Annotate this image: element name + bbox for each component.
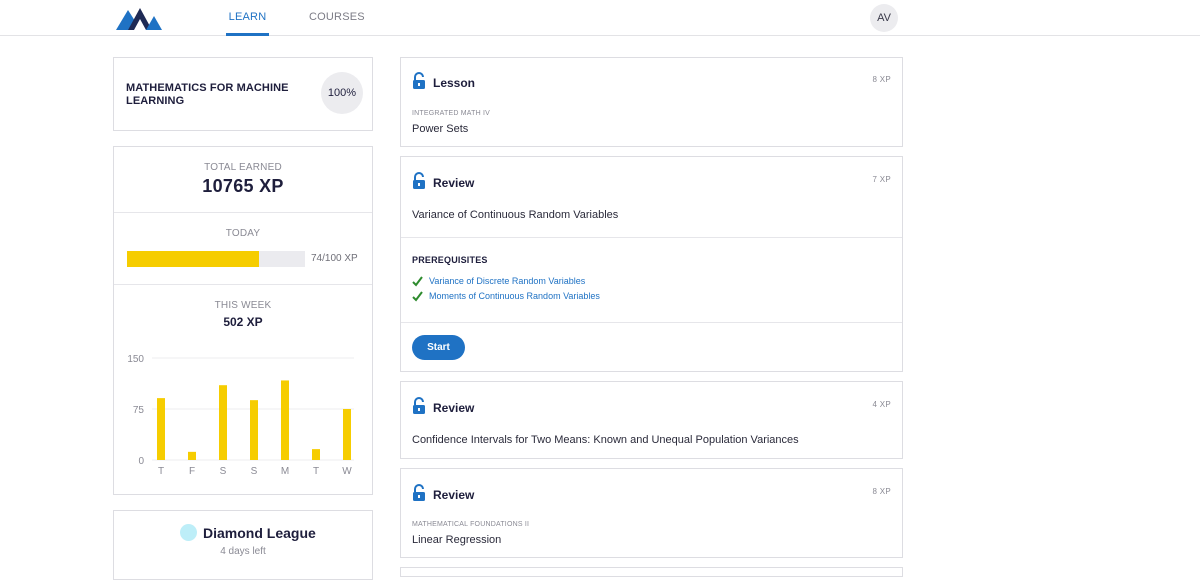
unlocked-lock-icon: [413, 484, 425, 501]
today-progress-text: 74/100 XP: [311, 253, 358, 264]
task-title: Linear Regression: [412, 534, 502, 546]
chart-bar: [157, 398, 165, 460]
unlocked-lock-icon: [413, 72, 425, 89]
x-tick-label: S: [251, 466, 258, 477]
x-tick-label: W: [342, 466, 352, 477]
x-tick-label: S: [220, 466, 227, 477]
chart-bar: [312, 449, 320, 460]
unlocked-lock-icon: [413, 172, 425, 189]
y-tick-label: 75: [133, 405, 145, 416]
chart-bar: [219, 385, 227, 460]
today-progress-fill: [127, 251, 259, 267]
course-card[interactable]: MATHEMATICS FOR MACHINE LEARNING 100%: [113, 57, 373, 131]
unlocked-lock-icon: [413, 397, 425, 414]
total-earned-label: TOTAL EARNED: [204, 162, 282, 173]
task-xp: 4 XP: [872, 400, 891, 409]
y-tick-label: 150: [127, 354, 144, 365]
task-title: Power Sets: [412, 123, 469, 135]
top-nav: LEARN COURSES AV: [0, 0, 1200, 36]
total-earned-value: 10765 XP: [202, 176, 284, 196]
chart-bar: [343, 409, 351, 460]
task-type: Review: [433, 176, 475, 190]
prerequisites-section: PREREQUISITES Variance of Discrete Rando…: [401, 237, 902, 322]
task-type: Review: [433, 401, 475, 415]
prerequisite-link[interactable]: Moments of Continuous Random Variables: [429, 291, 600, 301]
tab-courses[interactable]: COURSES: [309, 0, 365, 36]
task-type: Review: [433, 488, 475, 502]
chart-bar: [250, 400, 258, 460]
weekly-xp-chart: 150 75 0 T F S S M T W: [127, 354, 354, 477]
league-name: Diamond League: [203, 525, 316, 541]
task-title: Variance of Continuous Random Variables: [412, 209, 619, 221]
course-progress-badge: 100%: [321, 72, 363, 114]
task-course: INTEGRATED MATH IV: [412, 110, 491, 117]
y-tick-label: 0: [138, 456, 144, 467]
task-title: Confidence Intervals for Two Means: Know…: [412, 434, 799, 446]
x-tick-label: T: [313, 466, 319, 477]
check-icon: [412, 291, 423, 302]
check-icon: [412, 276, 423, 287]
prerequisite-link[interactable]: Variance of Discrete Random Variables: [429, 276, 585, 286]
chart-bar: [188, 451, 196, 460]
today-label: TODAY: [225, 228, 261, 239]
x-tick-label: T: [158, 466, 164, 477]
league-card[interactable]: Diamond League 4 days left: [113, 510, 373, 580]
prerequisites-heading: PREREQUISITES: [412, 255, 488, 265]
task-card-review[interactable]: Review 7 XP Variance of Continuous Rando…: [400, 156, 903, 372]
task-xp: 7 XP: [872, 175, 891, 184]
x-tick-label: F: [189, 466, 195, 477]
total-earned-section: TOTAL EARNED 10765 XP: [114, 147, 372, 213]
course-title: MATHEMATICS FOR MACHINE LEARNING: [126, 82, 289, 107]
start-button[interactable]: Start: [412, 335, 465, 360]
task-course: MATHEMATICAL FOUNDATIONS II: [412, 521, 530, 528]
task-card-review[interactable]: Review 8 XP MATHEMATICAL FOUNDATIONS II …: [400, 468, 903, 558]
task-card-lesson[interactable]: Lesson 8 XP INTEGRATED MATH IV Power Set…: [400, 57, 903, 147]
logo[interactable]: [116, 6, 162, 30]
start-section: Start: [401, 322, 902, 371]
task-xp: 8 XP: [872, 75, 891, 84]
diamond-league-icon: [180, 524, 197, 541]
task-type: Lesson: [433, 76, 476, 90]
task-xp: 8 XP: [872, 487, 891, 496]
league-time-left: 4 days left: [220, 546, 266, 557]
this-week-value: 502 XP: [223, 315, 263, 329]
avatar[interactable]: AV: [870, 4, 898, 32]
task-card-review[interactable]: Review 4 XP Confidence Intervals for Two…: [400, 381, 903, 459]
today-progress-bar: [127, 251, 305, 267]
this-week-label: THIS WEEK: [214, 300, 272, 311]
tab-learn[interactable]: LEARN: [226, 0, 269, 36]
today-section: TODAY 74/100 XP: [114, 213, 372, 285]
x-tick-label: M: [281, 466, 289, 477]
xp-card: TOTAL EARNED 10765 XP TODAY 74/100 XP TH…: [113, 146, 373, 495]
chart-bar: [281, 380, 289, 460]
